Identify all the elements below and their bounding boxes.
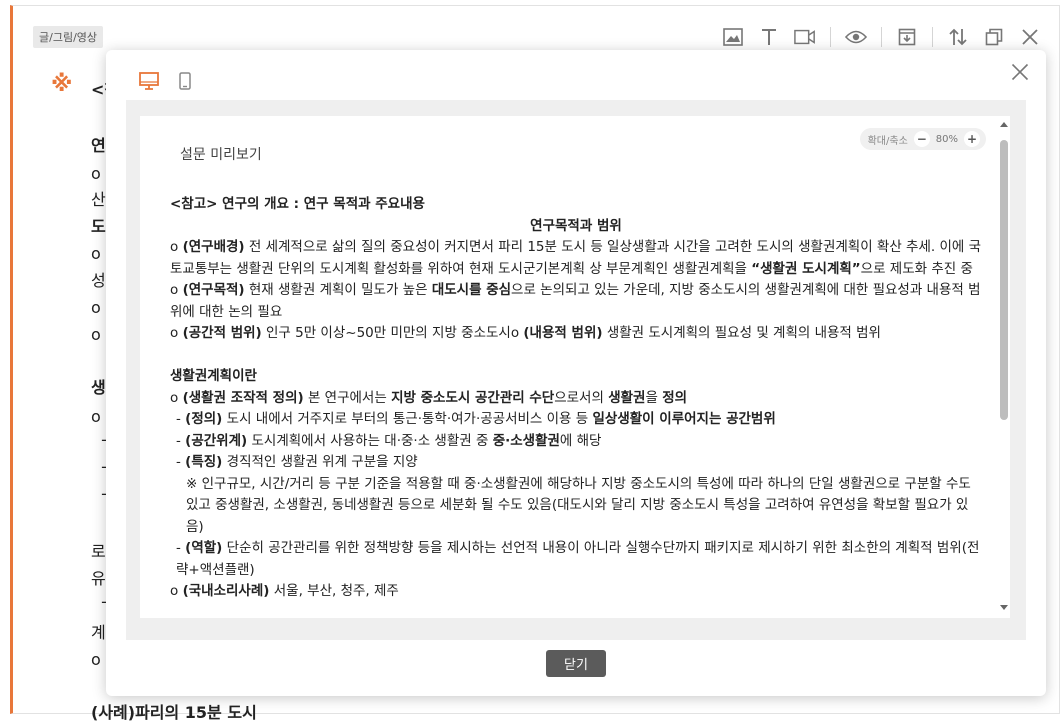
text-run: o [170, 239, 183, 255]
zoom-control: 확대/축소 − 80% + [859, 128, 986, 150]
text-run: 도시 내에서 거주지로 부터의 통근·통학·여가·공공서비스 이용 등 [222, 411, 593, 427]
preview-title: 설문 미리보기 [180, 147, 262, 163]
text-run: (공간적 범위) [182, 325, 262, 341]
text-run: o [170, 389, 183, 406]
text-run: (역할) [185, 540, 223, 556]
toolbar-divider [881, 27, 882, 47]
text-run: 으로 제도화 추진 중 [860, 260, 973, 277]
section-tag: 글/그림/영상 [33, 26, 104, 48]
preview-modal: 확대/축소 − 80% + 설문 미리보기 <참고> 연구의 개요 : 연구 목… [106, 50, 1046, 696]
preview-paragraph: o (연구목적) 현재 생활권 계획이 밀도가 높은 대도시를 중심으로 논의되… [170, 280, 982, 323]
text-run: 연구목적과 범위 [530, 217, 622, 234]
text-run: o [170, 282, 183, 298]
text-run: 에 해당 [559, 432, 602, 449]
text-run: - [176, 454, 186, 470]
preview-paragraph: - (정의) 도시 내에서 거주지로 부터의 통근·통학·여가·공공서비스 이용… [170, 409, 982, 431]
text-run: 인구 5만 이상~50만 미만의 지방 중소도시o [261, 325, 524, 341]
text-run: (연구목적) [182, 282, 245, 298]
close-icon[interactable] [1019, 26, 1041, 48]
text-run: (정의) [185, 411, 223, 427]
toolbar-divider [830, 27, 831, 47]
text-run: 현재 생활권 계획이 밀도가 높은 [244, 282, 432, 298]
text-run: ※ 인구규모, 시간/거리 등 구분 기준을 적용할 때 중·소생활권에 해당하… [186, 475, 971, 535]
preview-paragraph: - (역할) 단순히 공간관리를 위한 정책방향 등을 제시하는 선언적 내용이… [170, 538, 982, 581]
text-run: “생활권 도시계획” [751, 260, 861, 277]
zoom-in-button[interactable]: + [964, 131, 980, 147]
text-run: 생활권 [608, 389, 646, 406]
text-run: (특징) [185, 454, 223, 470]
scroll-up-arrow[interactable] [1000, 122, 1008, 127]
preview-scrollbar[interactable] [998, 116, 1010, 618]
zoom-value: 80% [935, 133, 958, 145]
preview-paragraph: - (특징) 경직적인 생활권 위계 구분을 지양 [170, 452, 982, 474]
preview-paper[interactable]: 확대/축소 − 80% + 설문 미리보기 <참고> 연구의 개요 : 연구 목… [140, 116, 1010, 618]
toolbar-divider [932, 27, 933, 47]
text-run: <참고> 연구의 개요 : 연구 목적과 주요내용 [170, 196, 425, 212]
text-run: 서울, 부산, 청주, 제주 [269, 583, 399, 599]
text-run: 생활권계획이란 [170, 368, 257, 384]
text-run: 생활권 도시계획의 필요성 및 계획의 내용적 범위 [602, 325, 881, 341]
text-run: (생활권 조작적 정의) [182, 389, 304, 406]
preview-paragraph: o (연구배경) 전 세계적으로 삶의 질의 중요성이 커지면서 파리 15분 … [170, 237, 982, 280]
text-run: (연구배경) [182, 239, 245, 255]
zoom-out-button[interactable]: − [913, 131, 930, 147]
preview-paragraph: ※ 인구규모, 시간/거리 등 구분 기준을 적용할 때 중·소생활권에 해당하… [170, 474, 982, 539]
text-run: 중·소생활권 [492, 432, 560, 449]
zoom-label: 확대/축소 [867, 135, 908, 147]
preview-paragraph: o (국내소리사례) 서울, 부산, 청주, 제주 [170, 581, 982, 603]
text-run: 도시계획에서 사용하는 대·중·소 생활권 중 [247, 432, 493, 449]
modal-close-icon[interactable] [1008, 60, 1032, 84]
preview-paragraph: - (공간위계) 도시계획에서 사용하는 대·중·소 생활권 중 중·소생활권에… [170, 431, 982, 453]
text-run: - [176, 540, 186, 556]
note-symbol: ※ [51, 72, 73, 97]
scroll-down-arrow[interactable] [1000, 605, 1008, 610]
text-run: o [170, 325, 183, 341]
text-run: 으로서의 [554, 389, 609, 406]
scroll-thumb[interactable] [1000, 140, 1008, 420]
preview-paragraph: 생활권계획이란 [170, 366, 982, 388]
editor-toolbar [722, 24, 1041, 50]
close-button[interactable]: 닫기 [546, 650, 606, 677]
video-icon[interactable] [794, 26, 816, 48]
text-run: 지방 중소도시 공간관리 수단 [391, 389, 555, 406]
mobile-icon[interactable] [174, 70, 196, 92]
preview-paragraph: <참고> 연구의 개요 : 연구 목적과 주요내용 [170, 194, 982, 216]
text-run: 본 연구에서는 [303, 389, 392, 406]
preview-content: <참고> 연구의 개요 : 연구 목적과 주요내용연구목적과 범위 o (연구배경… [170, 194, 982, 603]
text-run: 일상생활이 이루어지는 공간범위 [592, 411, 776, 427]
preview-paragraph: o (생활권 조작적 정의) 본 연구에서는 지방 중소도시 공간관리 수단으로… [170, 388, 982, 410]
desktop-icon[interactable] [138, 70, 160, 92]
editor-line: (사례)파리의 15분 도시 [91, 703, 257, 722]
image-icon[interactable] [722, 26, 744, 48]
preview-frame: 확대/축소 − 80% + 설문 미리보기 <참고> 연구의 개요 : 연구 목… [126, 100, 1026, 640]
preview-paragraph: o (공간적 범위) 인구 5만 이상~50만 미만의 지방 중소도시o (내용… [170, 323, 982, 345]
text-run: (국내소리사례) [182, 583, 270, 599]
archive-icon[interactable] [896, 26, 918, 48]
text-run: 단순히 공간관리를 위한 정책방향 등을 제시하는 선언적 내용이 아니라 실행… [176, 540, 980, 578]
text-run: - [176, 411, 186, 427]
text-run: 정의 [662, 389, 688, 406]
text-icon[interactable] [758, 26, 780, 48]
text-run: 을 [645, 389, 663, 406]
sort-icon[interactable] [947, 26, 969, 48]
copy-icon[interactable] [983, 26, 1005, 48]
text-run: 대도시를 중심 [431, 282, 512, 298]
text-run: (내용적 범위) [523, 325, 603, 341]
preview-paragraph: 연구목적과 범위 [170, 216, 982, 238]
text-run: - [176, 432, 186, 449]
eye-icon[interactable] [845, 26, 867, 48]
text-run: 경직적인 생활권 위계 구분을 지양 [222, 454, 418, 470]
text-run: o [170, 583, 183, 599]
text-run: (공간위계) [185, 432, 248, 449]
device-mode-switch [138, 70, 196, 92]
